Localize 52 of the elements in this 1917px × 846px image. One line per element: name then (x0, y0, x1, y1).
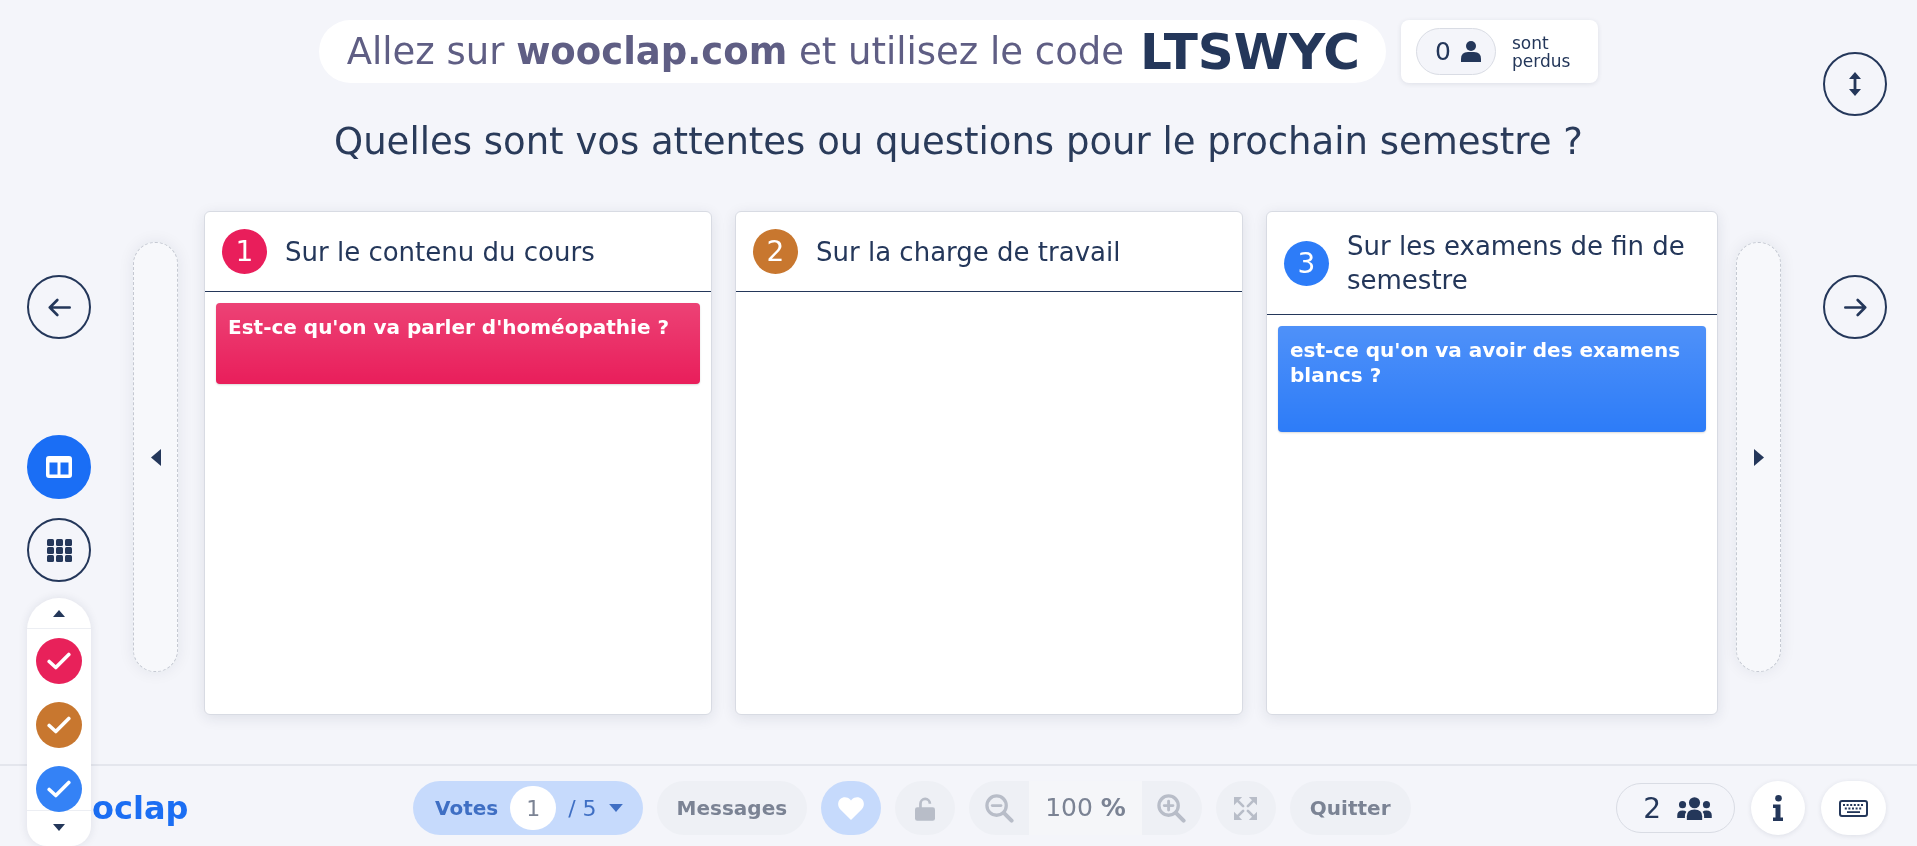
current-question-counter: 1 (510, 786, 557, 830)
arrow-right-icon (1843, 297, 1867, 317)
grid-icon (46, 538, 72, 562)
scroll-right-handle[interactable] (1736, 242, 1781, 672)
heart-icon (838, 796, 865, 820)
category-title: Sur le contenu du cours (285, 235, 595, 269)
grid-view-button[interactable] (27, 518, 91, 582)
join-instructions: Allez sur wooclap.com et utilisez le code (346, 30, 1125, 73)
answer-card: est-ce qu'on va avoir des examens blancs ? (1278, 326, 1706, 432)
zoom-level: 100 % (1029, 781, 1142, 835)
question-title: Quelles sont vos attentes ou questions pour le prochain semestre ? (333, 120, 1584, 164)
category-number: 3 (1284, 240, 1329, 286)
caret-down-icon (53, 824, 65, 831)
category-title: Sur la charge de travail (816, 235, 1121, 269)
check-icon (47, 716, 71, 734)
session-code: LTSWYC (1140, 22, 1361, 81)
lost-label: sont perdus (1512, 33, 1571, 70)
people-icon (1677, 796, 1712, 820)
caret-right-icon (1753, 448, 1764, 466)
category-number: 2 (753, 229, 798, 274)
keyboard-icon (1839, 799, 1868, 817)
answer-card: Est-ce qu'on va parler d'homéopathie ? (216, 303, 700, 384)
up-down-arrow-icon (1849, 72, 1861, 96)
info-icon (1773, 795, 1783, 821)
lost-participants-button[interactable]: 0 (1416, 28, 1496, 75)
question-total: / 5 (568, 795, 597, 821)
info-button[interactable] (1751, 781, 1805, 835)
scroll-left-handle[interactable] (133, 242, 178, 672)
next-button[interactable] (1823, 275, 1887, 339)
resize-button[interactable] (1823, 52, 1887, 116)
check-icon (47, 652, 71, 670)
color-filter[interactable] (36, 638, 82, 684)
person-icon (1461, 41, 1481, 62)
keyboard-button[interactable] (1821, 781, 1886, 835)
logo: oclap (92, 789, 189, 827)
previous-button[interactable] (27, 275, 91, 339)
check-icon (47, 780, 71, 798)
columns-view-button[interactable] (27, 435, 91, 499)
zoom-out-icon (984, 793, 1014, 823)
caret-down-icon (608, 804, 623, 812)
arrow-left-icon (47, 297, 71, 317)
color-filter[interactable] (36, 702, 82, 748)
lock-icon (915, 795, 936, 821)
fullscreen-icon (1234, 796, 1258, 820)
caret-up-icon (53, 609, 65, 617)
category-title: Sur les examens de fin de semestre (1347, 230, 1686, 297)
zoom-in-icon (1157, 793, 1187, 823)
columns-icon (46, 456, 72, 478)
color-filter[interactable] (36, 766, 82, 812)
caret-left-icon (150, 448, 161, 466)
category-number: 1 (222, 229, 267, 274)
participants-button[interactable]: 2 (1616, 783, 1735, 833)
